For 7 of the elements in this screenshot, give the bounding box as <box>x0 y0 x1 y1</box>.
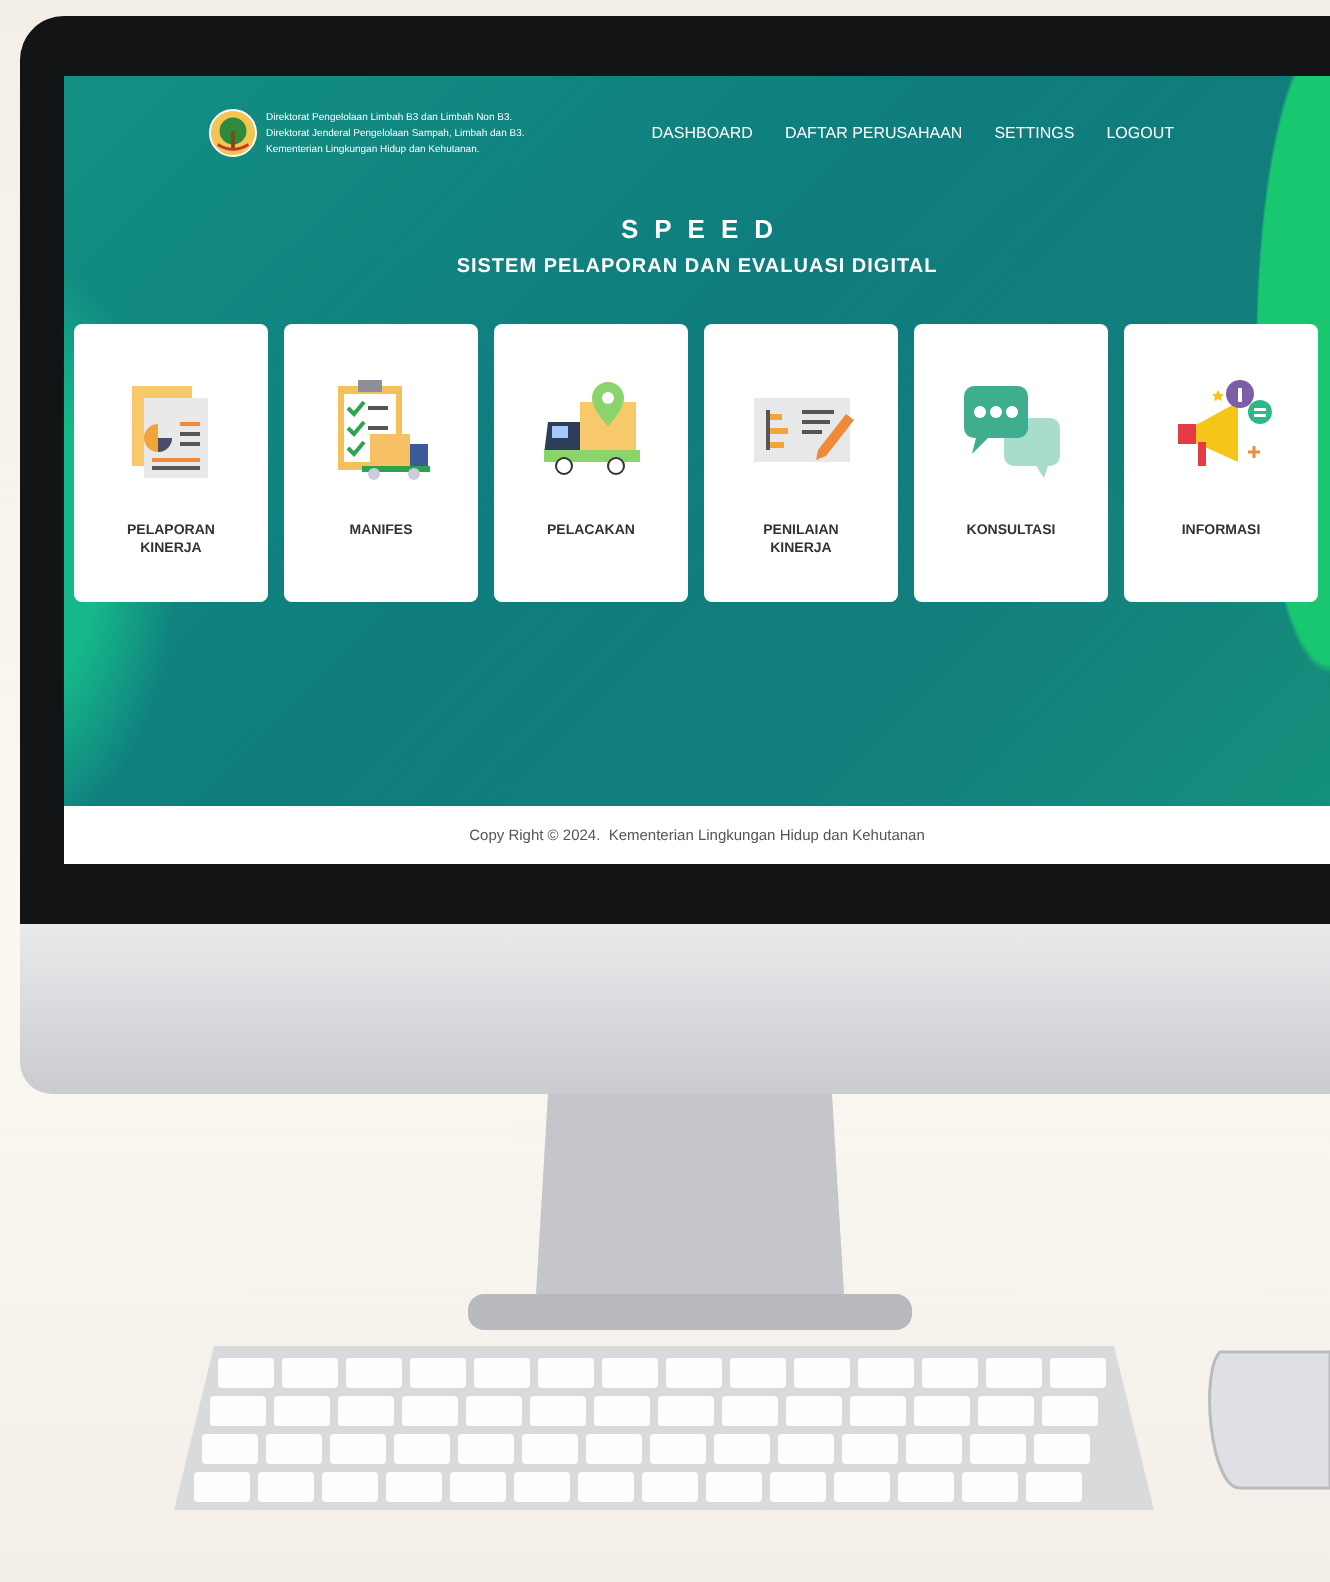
nav-link[interactable]: DASHBOARD <box>651 124 753 142</box>
nav-link[interactable]: SETTINGS <box>994 124 1075 142</box>
app-title: SPEED <box>618 214 790 244</box>
emblem-logo <box>208 108 258 158</box>
nav-link[interactable]: LOGOUT <box>1106 124 1174 142</box>
app-subtitle: SISTEM PELAPORAN DAN EVALUASI DIGITAL <box>456 256 938 278</box>
nav-link[interactable]: DAFTAR PERUSAHAAN <box>784 124 963 142</box>
